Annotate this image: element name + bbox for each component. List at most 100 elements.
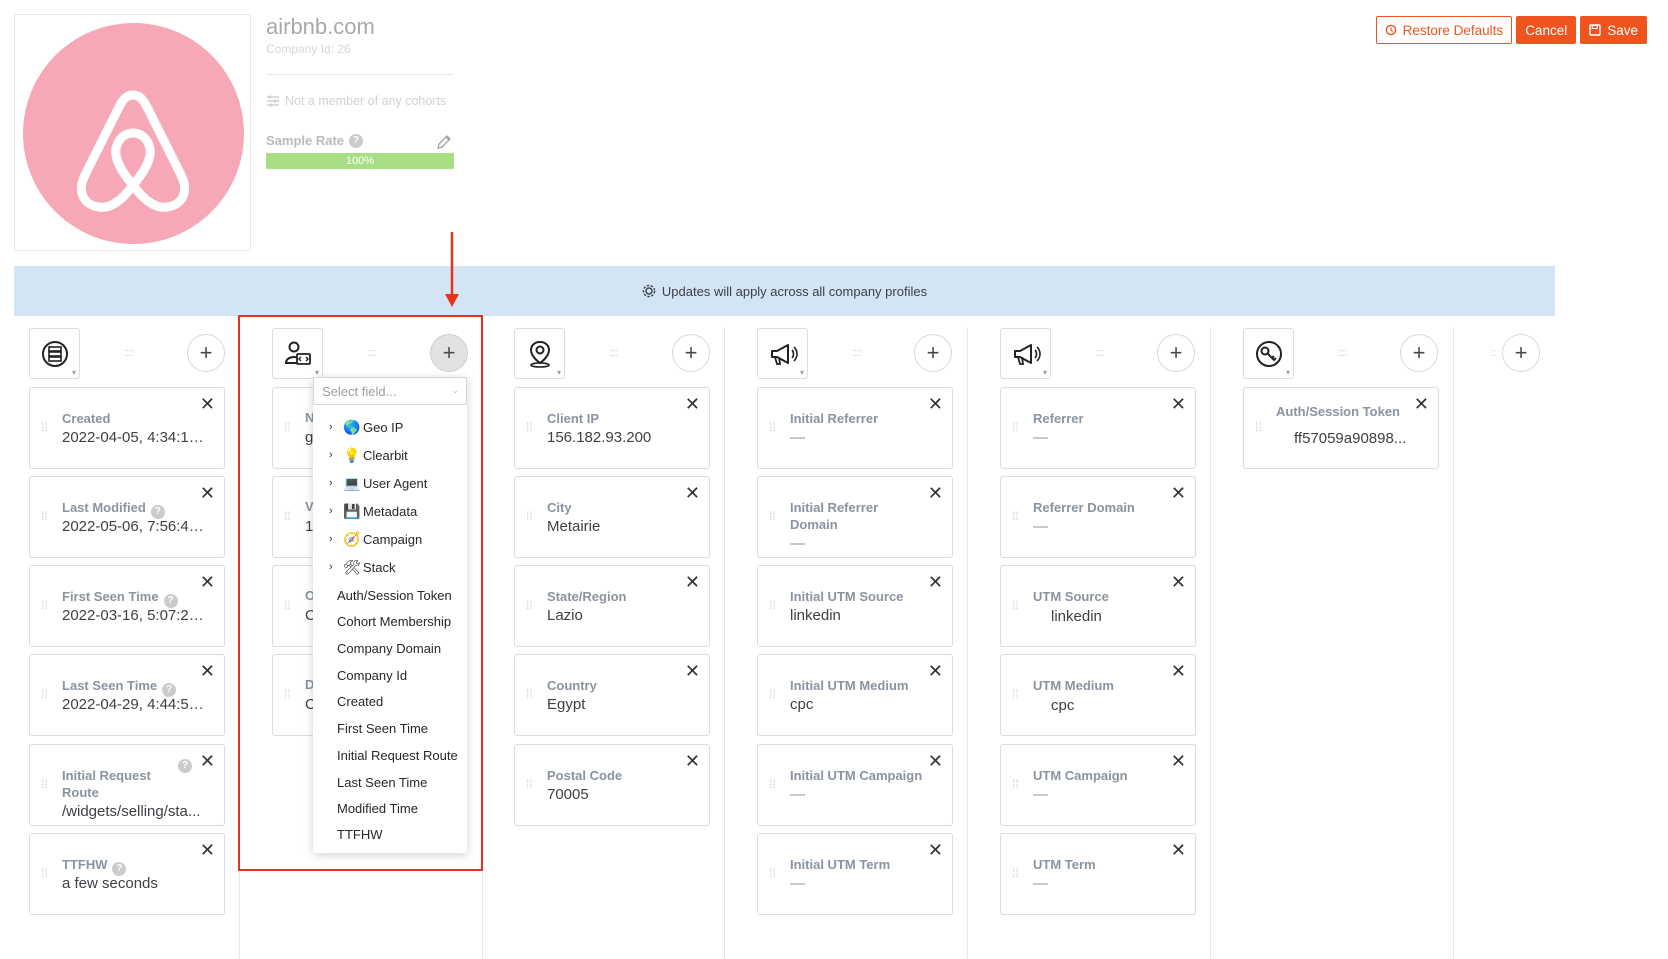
close-icon[interactable]: ✕	[928, 840, 943, 861]
drag-handle[interactable]: ::::	[852, 347, 861, 359]
close-icon[interactable]: ✕	[200, 751, 215, 772]
add-field-button[interactable]: +	[187, 334, 225, 372]
drag-handle[interactable]: ::::	[609, 347, 618, 359]
close-icon[interactable]: ✕	[685, 751, 700, 772]
drag-handle-icon[interactable]: ⁞⁞	[41, 420, 48, 434]
field-card-client-ip[interactable]: ⁞⁞ ✕ Client IP 156.182.93.200	[514, 387, 710, 469]
select-field-dropdown[interactable]: Select field... ⌄ › 🌎 Geo IP › 💡 Clearbit › 💻…	[313, 377, 467, 853]
close-icon[interactable]: ✕	[200, 394, 215, 415]
close-icon[interactable]: ✕	[1171, 840, 1186, 861]
save-button[interactable]: Save	[1580, 16, 1647, 44]
dropdown-group-user-agent[interactable]: › 💻 User Agent	[313, 470, 467, 496]
field-card-initial-referrer[interactable]: ⁞⁞ ✕ Initial Referrer —	[757, 387, 953, 469]
close-icon[interactable]: ✕	[200, 483, 215, 504]
field-card-utm-term[interactable]: ⁞⁞ ✕ UTM Term —	[1000, 833, 1196, 915]
add-field-button[interactable]: +	[1157, 334, 1195, 372]
drag-handle-icon[interactable]: ⁞⁞	[284, 687, 291, 701]
drag-handle[interactable]: ::::	[1338, 347, 1347, 359]
restore-defaults-button[interactable]: Restore Defaults	[1375, 16, 1513, 44]
edit-pencil-icon[interactable]	[436, 134, 452, 155]
close-icon[interactable]: ✕	[1171, 661, 1186, 682]
drag-handle-icon[interactable]: ⁞⁞	[1255, 420, 1262, 434]
drag-handle-icon[interactable]: ⁞⁞	[1012, 777, 1019, 791]
dropdown-group-metadata[interactable]: › 💾 Metadata	[313, 498, 467, 524]
drag-handle[interactable]: ::::	[367, 347, 376, 359]
drag-handle-icon[interactable]: ⁞⁞	[41, 777, 48, 791]
field-card-initial-utm-medium[interactable]: ⁞⁞ ✕ Initial UTM Medium cpc	[757, 654, 953, 736]
select-field-input[interactable]: Select field... ⌄	[313, 377, 467, 405]
field-card-country[interactable]: ⁞⁞ ✕ Country Egypt	[514, 654, 710, 736]
close-icon[interactable]: ✕	[928, 751, 943, 772]
drag-handle-icon[interactable]: ⁞⁞	[769, 509, 776, 523]
close-icon[interactable]: ✕	[685, 661, 700, 682]
drag-handle[interactable]: ::	[1491, 347, 1496, 359]
drag-handle-icon[interactable]: ⁞⁞	[526, 687, 533, 701]
help-icon[interactable]: ?	[178, 759, 192, 773]
drag-handle-icon[interactable]: ⁞⁞	[526, 598, 533, 612]
drag-handle-icon[interactable]: ⁞⁞	[284, 420, 291, 434]
help-icon[interactable]: ?	[349, 133, 364, 148]
dropdown-option[interactable]: First Seen Time	[313, 715, 467, 741]
close-icon[interactable]: ✕	[1414, 394, 1429, 415]
drag-handle-icon[interactable]: ⁞⁞	[1012, 598, 1019, 612]
field-card-auth-session-token[interactable]: ⁞⁞ ✕ Auth/Session Token ff57059a90898...	[1243, 387, 1439, 469]
help-icon[interactable]: ?	[163, 594, 178, 608]
dropdown-group-clearbit[interactable]: › 💡 Clearbit	[313, 442, 467, 468]
field-card-utm-medium[interactable]: ⁞⁞ ✕ UTM Medium cpc	[1000, 654, 1196, 736]
close-icon[interactable]: ✕	[928, 483, 943, 504]
column-icon-select-location[interactable]: ▾	[514, 328, 565, 379]
add-field-button[interactable]: +	[672, 334, 710, 372]
close-icon[interactable]: ✕	[200, 572, 215, 593]
cancel-button[interactable]: Cancel	[1516, 16, 1577, 44]
drag-handle-icon[interactable]: ⁞⁞	[1012, 866, 1019, 880]
dropdown-option[interactable]: Modified Time	[313, 795, 467, 821]
field-card-last-seen-time[interactable]: ⁞⁞ ✕ Last Seen Time? 2022-04-29, 4:44:55…	[29, 654, 225, 736]
field-card-created[interactable]: ⁞⁞ ✕ Created 2022-04-05, 4:34:19 ...	[29, 387, 225, 469]
drag-handle-icon[interactable]: ⁞⁞	[41, 866, 48, 880]
dropdown-option[interactable]: Initial Request Route	[313, 742, 467, 768]
field-card-initial-request-route[interactable]: ⁞⁞ ✕ ? Initial Request Route /widgets/se…	[29, 744, 225, 826]
field-card-first-seen-time[interactable]: ⁞⁞ ✕ First Seen Time? 2022-03-16, 5:07:2…	[29, 565, 225, 647]
drag-handle-icon[interactable]: ⁞⁞	[1012, 687, 1019, 701]
close-icon[interactable]: ✕	[928, 661, 943, 682]
field-card-last-modified[interactable]: ⁞⁞ ✕ Last Modified? 2022-05-06, 7:56:46 …	[29, 476, 225, 558]
field-card-utm-campaign[interactable]: ⁞⁞ ✕ UTM Campaign —	[1000, 744, 1196, 826]
close-icon[interactable]: ✕	[200, 661, 215, 682]
close-icon[interactable]: ✕	[685, 572, 700, 593]
field-card-initial-utm-term[interactable]: ⁞⁞ ✕ Initial UTM Term —	[757, 833, 953, 915]
help-icon[interactable]: ?	[112, 862, 127, 876]
add-field-button[interactable]: +	[914, 334, 952, 372]
add-field-button-active[interactable]: +	[430, 334, 468, 372]
field-card-initial-utm-campaign[interactable]: ⁞⁞ ✕ Initial UTM Campaign —	[757, 744, 953, 826]
column-icon-select-key[interactable]: ▾	[1243, 328, 1294, 379]
drag-handle-icon[interactable]: ⁞⁞	[769, 777, 776, 791]
column-icon-select-campaign[interactable]: ▾	[757, 328, 808, 379]
help-icon[interactable]: ?	[150, 505, 165, 519]
field-card-initial-utm-source[interactable]: ⁞⁞ ✕ Initial UTM Source linkedin	[757, 565, 953, 647]
dropdown-group-campaign[interactable]: › 🧭 Campaign	[313, 526, 467, 552]
drag-handle-icon[interactable]: ⁞⁞	[1012, 420, 1019, 434]
dropdown-option[interactable]: Created	[313, 688, 467, 714]
dropdown-group-stack[interactable]: › 🛠 Stack	[313, 554, 467, 580]
field-card-city[interactable]: ⁞⁞ ✕ City Metairie	[514, 476, 710, 558]
drag-handle-icon[interactable]: ⁞⁞	[41, 509, 48, 523]
drag-handle[interactable]: ::::	[124, 347, 133, 359]
drag-handle-icon[interactable]: ⁞⁞	[41, 598, 48, 612]
field-card-referrer-domain[interactable]: ⁞⁞ ✕ Referrer Domain —	[1000, 476, 1196, 558]
field-card-state-region[interactable]: ⁞⁞ ✕ State/Region Lazio	[514, 565, 710, 647]
close-icon[interactable]: ✕	[1171, 572, 1186, 593]
field-card-utm-source[interactable]: ⁞⁞ ✕ UTM Source linkedin	[1000, 565, 1196, 647]
close-icon[interactable]: ✕	[200, 840, 215, 861]
close-icon[interactable]: ✕	[1171, 751, 1186, 772]
help-icon[interactable]: ?	[162, 683, 177, 697]
dropdown-group-geo-ip[interactable]: › 🌎 Geo IP	[313, 414, 467, 440]
column-icon-select-campaign-2[interactable]: ▾	[1000, 328, 1051, 379]
field-card-initial-referrer-domain[interactable]: ⁞⁞ ✕ Initial Referrer Domain —	[757, 476, 953, 558]
close-icon[interactable]: ✕	[1171, 483, 1186, 504]
close-icon[interactable]: ✕	[928, 394, 943, 415]
drag-handle-icon[interactable]: ⁞⁞	[769, 866, 776, 880]
dropdown-option[interactable]: Auth/Session Token	[313, 582, 467, 608]
close-icon[interactable]: ✕	[685, 394, 700, 415]
dropdown-option[interactable]: Company Id	[313, 662, 467, 688]
add-column-button[interactable]: +	[1502, 334, 1540, 372]
